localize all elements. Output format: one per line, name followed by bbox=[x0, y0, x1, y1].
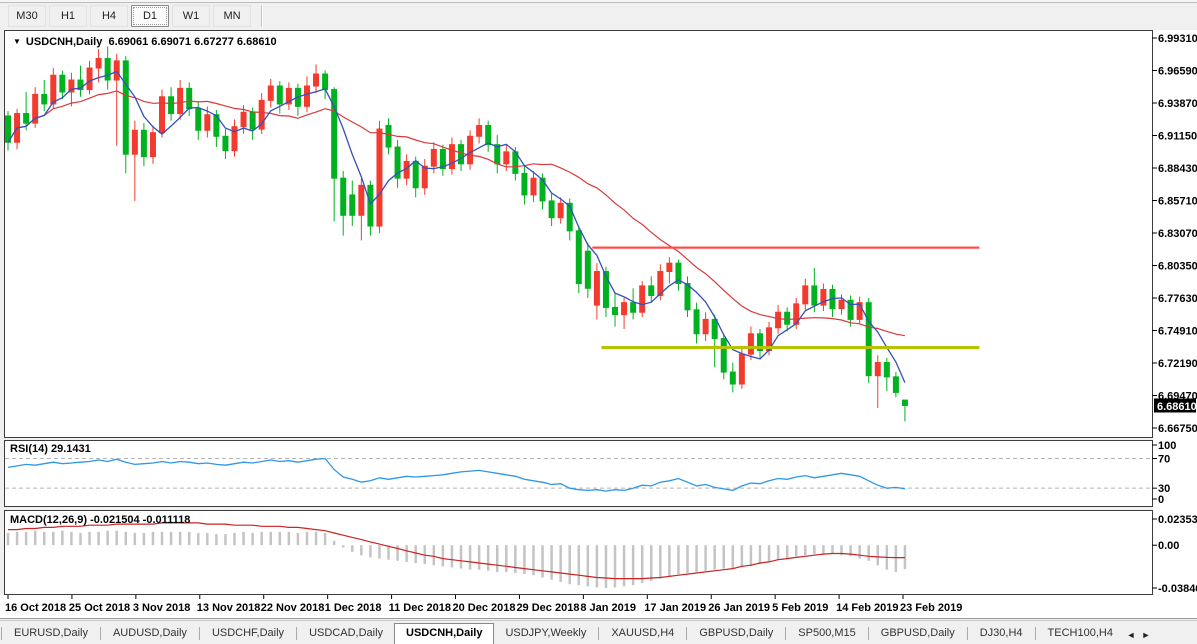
svg-text:0: 0 bbox=[1158, 494, 1164, 506]
tab-scroll-right-icon[interactable]: ► bbox=[1141, 630, 1150, 640]
svg-text:6.68610: 6.68610 bbox=[1157, 401, 1197, 413]
svg-text:70: 70 bbox=[1158, 454, 1170, 466]
collapse-arrow-icon: ▼ bbox=[13, 37, 21, 46]
svg-text:6.66750: 6.66750 bbox=[1158, 423, 1197, 435]
tab-divider bbox=[1035, 627, 1036, 640]
svg-text:6.83070: 6.83070 bbox=[1158, 228, 1197, 240]
svg-text:0.023534: 0.023534 bbox=[1158, 514, 1197, 526]
tab-divider bbox=[199, 627, 200, 640]
tab-divider bbox=[100, 627, 101, 640]
tab-xauusd-h4[interactable]: XAUUSD,H4 bbox=[600, 623, 685, 644]
svg-text:20 Dec 2018: 20 Dec 2018 bbox=[453, 602, 516, 614]
svg-text:6.93870: 6.93870 bbox=[1158, 98, 1197, 110]
svg-text:13 Nov 2018: 13 Nov 2018 bbox=[197, 602, 261, 614]
svg-text:25 Oct 2018: 25 Oct 2018 bbox=[69, 602, 130, 614]
tab-divider bbox=[296, 627, 297, 640]
tab-usdcad-daily[interactable]: USDCAD,Daily bbox=[298, 623, 394, 644]
macd-indicator-label: MACD(12,26,9) -0.021504 -0.011118 bbox=[10, 514, 190, 526]
svg-text:6.91150: 6.91150 bbox=[1158, 131, 1197, 143]
chart-title: ▼ USDCNH,Daily 6.69061 6.69071 6.67277 6.… bbox=[13, 36, 277, 48]
svg-text:6.88430: 6.88430 bbox=[1158, 163, 1197, 175]
svg-text:6.72190: 6.72190 bbox=[1158, 358, 1197, 370]
tab-divider bbox=[868, 627, 869, 640]
svg-text:14 Feb 2019: 14 Feb 2019 bbox=[836, 602, 898, 614]
svg-text:8 Jan 2019: 8 Jan 2019 bbox=[580, 602, 636, 614]
tab-audusd-daily[interactable]: AUDUSD,Daily bbox=[102, 623, 198, 644]
svg-text:6.77630: 6.77630 bbox=[1158, 293, 1197, 305]
svg-text:26 Jan 2019: 26 Jan 2019 bbox=[708, 602, 770, 614]
tab-sp500-m15[interactable]: SP500,M15 bbox=[787, 623, 866, 644]
svg-text:23 Feb 2019: 23 Feb 2019 bbox=[900, 602, 962, 614]
tab-divider bbox=[1, 627, 2, 640]
tab-usdjpy-weekly[interactable]: USDJPY,Weekly bbox=[494, 623, 597, 644]
svg-text:100: 100 bbox=[1158, 440, 1176, 452]
tab-divider bbox=[967, 627, 968, 640]
svg-text:17 Jan 2019: 17 Jan 2019 bbox=[644, 602, 706, 614]
tab-usdcnh-daily-active[interactable]: USDCNH,Daily bbox=[394, 623, 494, 644]
svg-text:6.99310: 6.99310 bbox=[1158, 33, 1197, 45]
svg-text:0.00: 0.00 bbox=[1158, 540, 1179, 552]
tab-divider bbox=[598, 627, 599, 640]
tab-tech100-h4[interactable]: TECH100,H4 bbox=[1037, 623, 1117, 644]
svg-text:16 Oct 2018: 16 Oct 2018 bbox=[5, 602, 66, 614]
svg-text:5 Feb 2019: 5 Feb 2019 bbox=[772, 602, 828, 614]
svg-text:6.80350: 6.80350 bbox=[1158, 261, 1197, 273]
symbol-tab-bar: EURUSD,Daily AUDUSD,Daily USDCHF,Daily U… bbox=[0, 620, 1197, 644]
tab-dj30-h4[interactable]: DJ30,H4 bbox=[969, 623, 1034, 644]
svg-text:6.74910: 6.74910 bbox=[1158, 326, 1197, 338]
tab-divider bbox=[686, 627, 687, 640]
rsi-indicator-label: RSI(14) 29.1431 bbox=[10, 443, 91, 455]
svg-text:6.96590: 6.96590 bbox=[1158, 66, 1197, 78]
tab-eurusd-daily[interactable]: EURUSD,Daily bbox=[3, 623, 99, 644]
current-price-tag: 6.68610 bbox=[1154, 398, 1197, 413]
svg-text:29 Dec 2018: 29 Dec 2018 bbox=[516, 602, 579, 614]
tab-usdchf-daily[interactable]: USDCHF,Daily bbox=[201, 623, 295, 644]
svg-text:1 Dec 2018: 1 Dec 2018 bbox=[325, 602, 382, 614]
svg-text:22 Nov 2018: 22 Nov 2018 bbox=[261, 602, 325, 614]
tab-gbpusd-daily-2[interactable]: GBPUSD,Daily bbox=[870, 623, 966, 644]
tab-gbpusd-daily[interactable]: GBPUSD,Daily bbox=[688, 623, 784, 644]
tab-divider bbox=[785, 627, 786, 640]
svg-text:11 Dec 2018: 11 Dec 2018 bbox=[389, 602, 451, 614]
svg-text:-0.038466: -0.038466 bbox=[1158, 583, 1197, 595]
chart-title-ohlc: 6.69061 6.69071 6.67277 6.68610 bbox=[108, 36, 276, 48]
tab-scroll-left-icon[interactable]: ◄ bbox=[1127, 630, 1136, 640]
svg-text:3 Nov 2018: 3 Nov 2018 bbox=[133, 602, 190, 614]
chart-area[interactable]: 6.99310 6.96590 6.93870 6.91150 6.88430 6.857… bbox=[0, 0, 1197, 643]
trading-terminal-window: { "toolbar": { "timeframes": [ {"label":… bbox=[0, 0, 1197, 643]
chart-title-symbol: USDCNH,Daily bbox=[26, 36, 102, 48]
svg-text:6.85710: 6.85710 bbox=[1158, 196, 1197, 208]
